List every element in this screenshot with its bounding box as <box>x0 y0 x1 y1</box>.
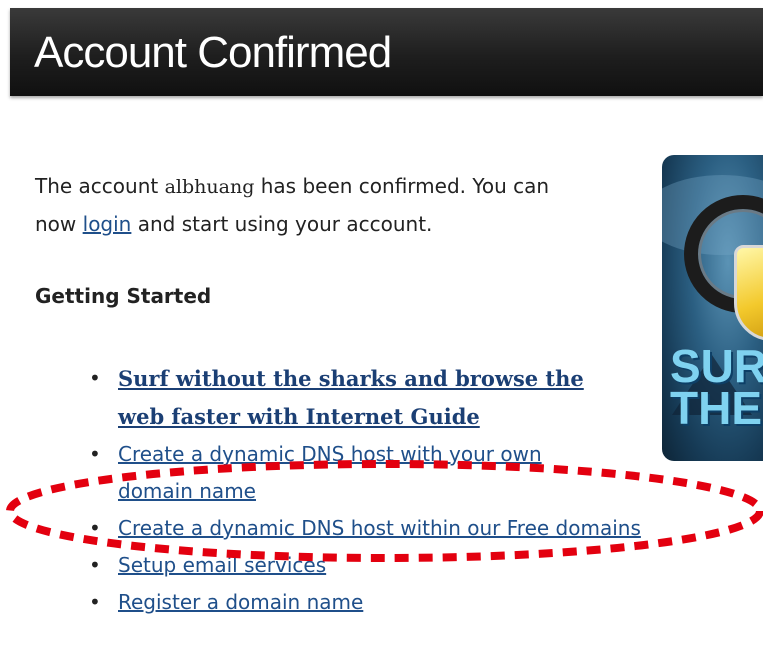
bullet-icon: • <box>89 442 101 466</box>
promo-shield-icon <box>734 245 763 341</box>
email-services-link[interactable]: Setup email services <box>118 553 326 577</box>
getting-started-heading: Getting Started <box>35 284 212 308</box>
own-domain-dns-link[interactable]: Create a dynamic DNS host with your own … <box>118 442 542 503</box>
bullet-icon: • <box>89 590 101 614</box>
page-header: Account Confirmed <box>10 8 763 96</box>
page-title: Account Confirmed <box>34 28 392 77</box>
promo-caption-line2: THE <box>670 382 762 434</box>
list-item-own-domain-dns: • Create a dynamic DNS host with your ow… <box>85 436 598 510</box>
account-username: albhuang <box>164 176 255 198</box>
message-text-end: and start using your account. <box>131 212 433 236</box>
internet-guide-promo-banner[interactable]: SUR THE <box>662 155 763 461</box>
list-item-register-domain: • Register a domain name <box>85 584 745 621</box>
getting-started-list: • Surf without the sharks and browse the… <box>85 360 745 621</box>
list-item-email-services: • Setup email services <box>85 547 745 584</box>
bullet-icon: • <box>89 516 101 540</box>
confirmation-message: The account albhuang has been confirmed.… <box>35 168 595 243</box>
login-link[interactable]: login <box>83 212 132 236</box>
promo-caption: SUR THE <box>670 340 763 434</box>
internet-guide-link[interactable]: Surf without the sharks and browse the w… <box>118 366 584 429</box>
free-domain-dns-link[interactable]: Create a dynamic DNS host within our Fre… <box>118 516 641 540</box>
message-text-start: The account <box>35 174 165 198</box>
list-item-free-domain-dns: • Create a dynamic DNS host within our F… <box>85 510 745 547</box>
promo-caption-line1: SUR <box>670 340 763 392</box>
bullet-icon: • <box>89 553 101 577</box>
account-confirmed-page: Account Confirmed The account albhuang h… <box>0 0 763 666</box>
register-domain-link[interactable]: Register a domain name <box>118 590 363 614</box>
bullet-icon: • <box>89 366 101 390</box>
list-item-internet-guide: • Surf without the sharks and browse the… <box>85 360 598 436</box>
